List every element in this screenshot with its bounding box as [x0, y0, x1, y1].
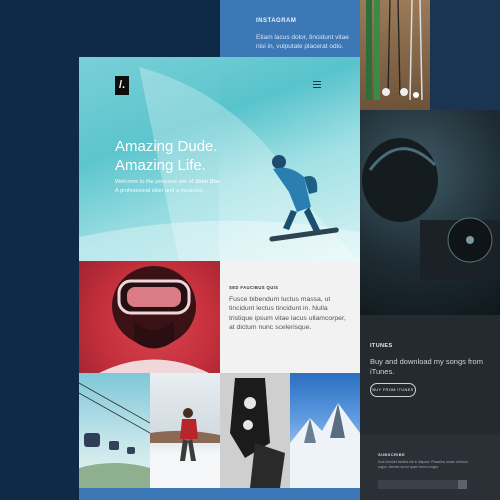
- gondola-photo[interactable]: [79, 373, 150, 488]
- snowboarder-figure: [269, 155, 339, 242]
- itunes-title: ITUNES: [370, 343, 393, 349]
- feature-text: Fusce bibendum luctus massa, ut tincidun…: [229, 296, 346, 332]
- site-logo[interactable]: /.: [115, 76, 129, 95]
- instagram-text: Etiam lacus dolor, tincidunt vitae nisi …: [256, 34, 349, 50]
- skis-photo[interactable]: [360, 0, 430, 110]
- menu-icon[interactable]: [313, 81, 321, 93]
- hero-intro-line2: A professional skier and a musician.: [115, 187, 205, 194]
- subscribe-button[interactable]: [458, 480, 467, 489]
- goggles-photo[interactable]: [79, 261, 220, 373]
- dj-illustration: [362, 138, 500, 280]
- mountain-illustration: [290, 403, 360, 488]
- hero-section: /. Amazing Dude. Amazing Life. Welcome t…: [79, 57, 360, 261]
- subscribe-text: Duis tincidunt facilisis nisi in aliquam…: [378, 460, 468, 469]
- itunes-text: Buy and download my songs from iTunes.: [370, 357, 483, 376]
- ski-boots-illustration: [220, 373, 290, 488]
- goggles-illustration: [99, 266, 209, 373]
- feature-title: SED FAUCIBUS QUIS: [229, 285, 279, 290]
- subscribe-panel: SUBSCRIBE Duis tincidunt facilisis nisi …: [360, 435, 500, 500]
- instagram-title: INSTAGRAM: [256, 18, 297, 24]
- email-field[interactable]: [378, 480, 458, 489]
- skis-illustration: [366, 0, 423, 101]
- footer-strip: [79, 488, 360, 500]
- mountain-photo[interactable]: [290, 373, 360, 488]
- gondola-illustration: [79, 382, 150, 488]
- skier-photo[interactable]: [150, 373, 220, 488]
- hero-intro: Welcome to the personal site of John Doe…: [115, 178, 265, 195]
- subscribe-title: SUBSCRIBE: [378, 452, 406, 457]
- dj-photo[interactable]: [360, 110, 500, 315]
- skier-illustration: [150, 408, 220, 461]
- hero-intro-name: John Doe: [194, 179, 221, 185]
- feature-card: SED FAUCIBUS QUIS Fusce bibendum luctus …: [220, 261, 360, 373]
- itunes-panel: ITUNES Buy and download my songs from iT…: [360, 315, 500, 435]
- hero-intro-prefix: Welcome to the personal site of: [115, 179, 194, 185]
- right-background: [430, 0, 500, 110]
- buy-from-itunes-button[interactable]: BUY FROM ITUNES: [370, 383, 416, 397]
- ski-boots-photo[interactable]: [220, 373, 290, 488]
